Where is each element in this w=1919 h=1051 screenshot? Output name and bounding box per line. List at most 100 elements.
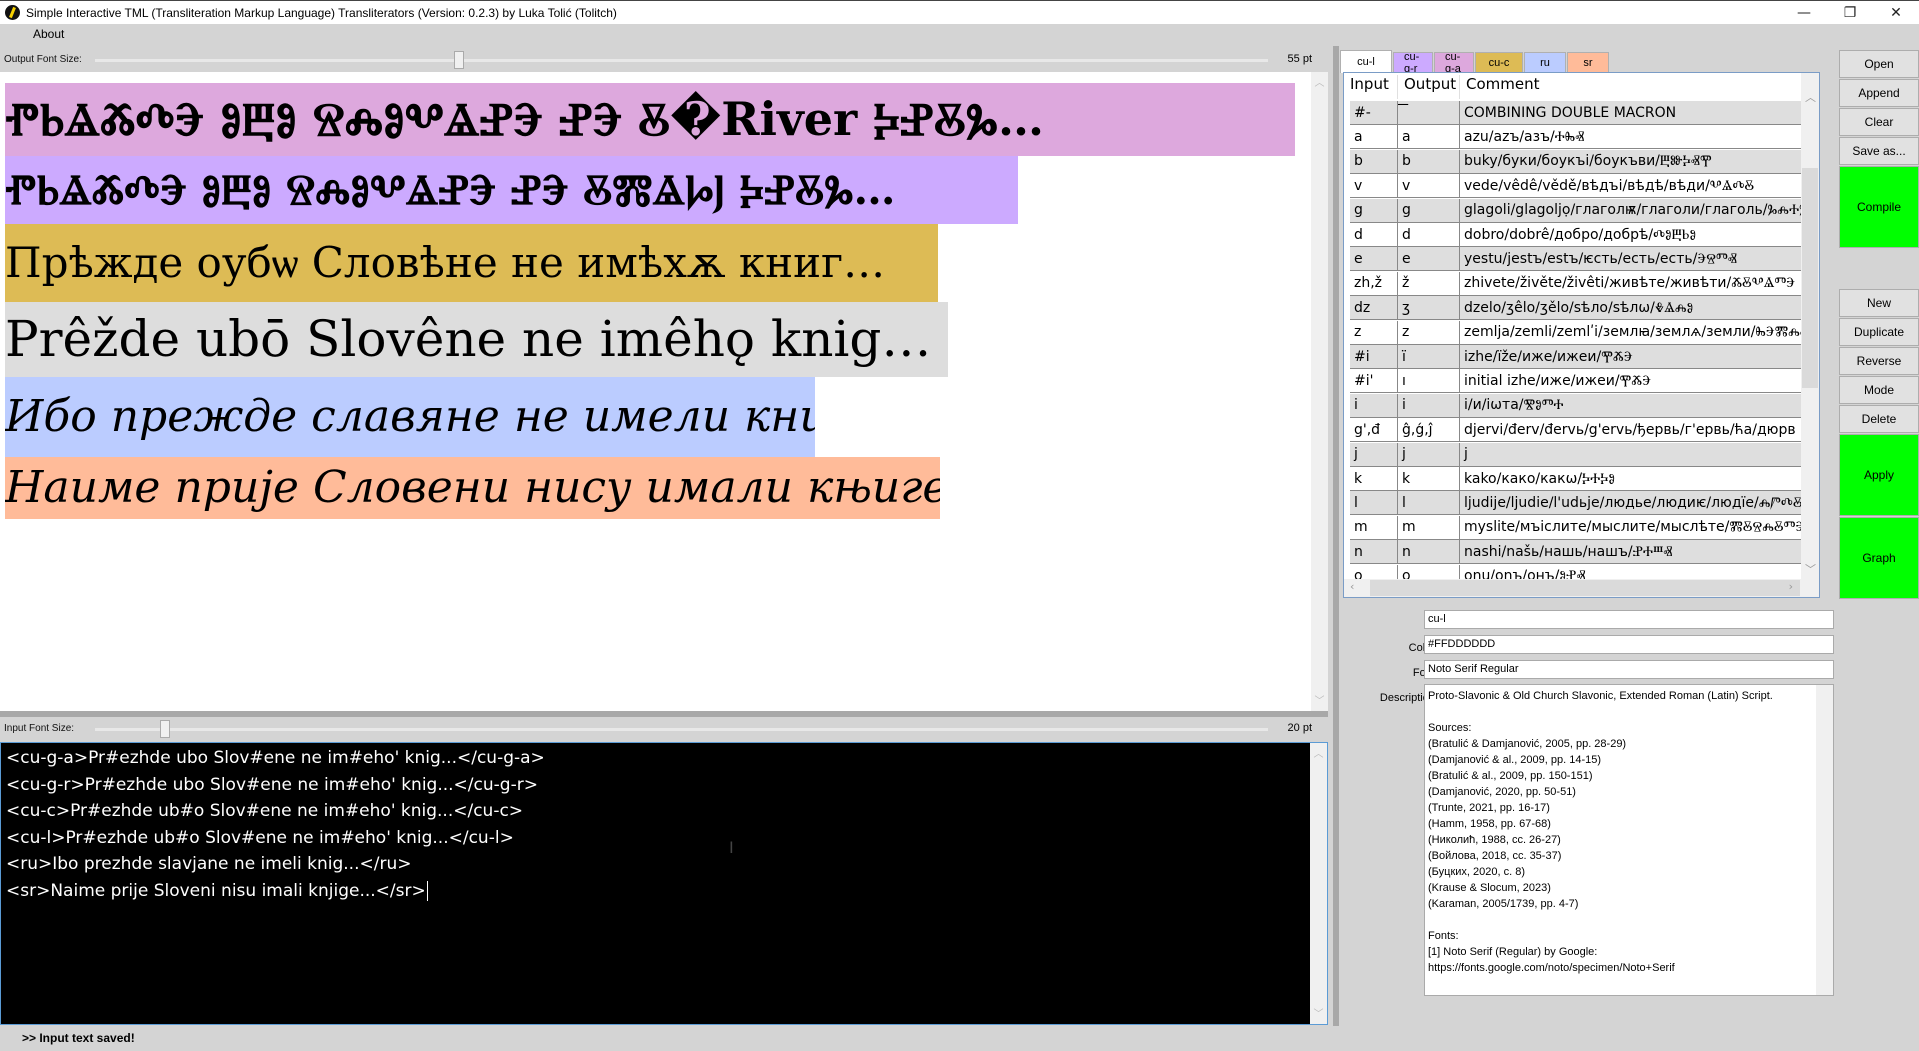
table-row[interactable]: zh,ž ž zhivete/živěte/živêti/живѣте/живѣти…: [1350, 271, 1801, 296]
scroll-left-icon[interactable]: ‹: [1350, 580, 1354, 593]
cell-input: #i': [1350, 369, 1398, 393]
close-button[interactable]: ✕: [1873, 1, 1919, 25]
cell-input: v: [1350, 174, 1398, 198]
table-row[interactable]: l l ljudije/ljudie/l'udьje/людье/людиѥ/люд…: [1350, 491, 1801, 516]
description-field[interactable]: Proto-Slavonic & Old Church Slavonic, Ex…: [1424, 684, 1834, 996]
cell-comment: djervi/đerv/đervь/g'ervь/ђервь/г'ервь/ћa…: [1464, 421, 1796, 438]
table-row[interactable]: d d dobro/dobrê/добро/добрѣ/ⰄⰑⰁⰓⰑ: [1350, 223, 1801, 247]
color-field[interactable]: #FFDDDDDD: [1424, 635, 1834, 654]
minimize-button[interactable]: —: [1781, 1, 1827, 25]
table-row[interactable]: v v vede/vêdê/vědě/вѣдъі/вѣдѣ/вѣди/ⰂⰡⰄⰋ: [1350, 174, 1801, 199]
input-font-size-track[interactable]: [95, 728, 1268, 731]
table-row[interactable]: b b buky/буки/боукъі/боукъви/ⰁⰖⰍⰟⰉ: [1350, 149, 1801, 174]
id-field[interactable]: cu-l: [1424, 610, 1834, 629]
cell-input: g: [1350, 198, 1398, 222]
table-row[interactable]: i i i/и/iѡта/ⰊⰑⰕⰀ: [1350, 393, 1801, 418]
cell-output: a: [1398, 125, 1460, 149]
column-header-output[interactable]: Output: [1398, 75, 1460, 99]
output-pane[interactable]: ⰒⰓⰡⰆⰄⰅ ⰑⰁⰑ ⰔⰎⰑⰂⰡⰐⰅ ⰐⰅ Ⰻ�River ⰍⰐⰋⰃ… ⰒⰓⰡⰆ…: [0, 72, 1328, 711]
cell-input: i: [1350, 393, 1398, 417]
scroll-up-icon[interactable]: ︿: [1311, 74, 1328, 91]
table-row[interactable]: n n nashi/našь/нашь/нашъ/ⰐⰀⰞⰟ: [1350, 540, 1801, 565]
tab-sr[interactable]: sr: [1567, 52, 1609, 73]
reverse-button[interactable]: Reverse: [1839, 347, 1919, 375]
table-row[interactable]: g',đ ĝ,ǵ,ĵ djervi/đerv/đervь/g'ervь/ђервь/…: [1350, 418, 1801, 443]
cell-comment: myslite/мъіслите/мыслите/мыслѣте/ⰏⰋⰔⰎⰋⰕⰅ: [1464, 519, 1801, 536]
description-scrollbar[interactable]: [1816, 685, 1833, 995]
clear-button[interactable]: Clear: [1839, 108, 1919, 136]
input-scrollbar[interactable]: ︿ ﹀: [1310, 743, 1327, 1024]
graph-button[interactable]: Graph: [1839, 517, 1919, 599]
table-vertical-scrollbar[interactable]: ︿ ﹀: [1801, 73, 1819, 579]
scroll-down-icon[interactable]: ﹀: [1805, 561, 1816, 577]
scroll-up-icon[interactable]: ︿: [1310, 745, 1327, 762]
cell-input: b: [1350, 149, 1398, 173]
compile-button[interactable]: Compile: [1839, 166, 1919, 248]
column-header-comment[interactable]: Comment: [1460, 75, 1540, 99]
font-field[interactable]: Noto Serif Regular: [1424, 660, 1834, 679]
table-row[interactable]: #i' ı initial izhe/иже/ижеи/ⰉⰆⰅ: [1350, 369, 1801, 394]
table-row[interactable]: jjj: [1350, 442, 1801, 467]
cell-output: ĝ,ǵ,ĵ: [1398, 418, 1460, 442]
tab-ru[interactable]: ru: [1524, 52, 1566, 73]
cell-input: g',đ: [1350, 418, 1398, 442]
table-horizontal-scroll-thumb[interactable]: [1370, 580, 1800, 596]
output-font-size-thumb[interactable]: [453, 51, 464, 69]
output-scrollbar[interactable]: ︿ ﹀: [1311, 72, 1328, 711]
tab-cu-g-a[interactable]: cu-g-a: [1434, 51, 1474, 75]
cell-comment: yestu/jestъ/estъ/ѥсть/есть/есть/ⰅⰔⰕⰟ: [1464, 250, 1737, 267]
table-row[interactable]: #-͞COMBINING DOUBLE MACRON: [1350, 101, 1801, 125]
table-row[interactable]: k k kako/како/какѡ/ⰍⰀⰍⰑ: [1350, 467, 1801, 491]
table-row[interactable]: m m myslite/мъіслите/мыслите/мыслѣте/ⰏⰋⰔⰎⰋ…: [1350, 515, 1801, 540]
cell-comment: initial izhe/иже/ижеи/ⰉⰆⰅ: [1464, 372, 1652, 389]
table-row[interactable]: dz ʒ dzelo/ʒêlo/ʒělo/ѕѣло/ѕѣлѡ/ⰇⰡⰎⰑ: [1350, 296, 1801, 321]
cell-input: j: [1350, 442, 1398, 466]
table-row[interactable]: #i ï izhe/ïže/иже/ижеи/ⰉⰆⰅ: [1350, 345, 1801, 369]
column-header-input[interactable]: Input: [1344, 75, 1398, 99]
output-font-size-track[interactable]: [95, 59, 1268, 62]
rules-table[interactable]: Input Output Comment #-͞COMBINING DOUBLE…: [1343, 72, 1820, 598]
table-row[interactable]: z z zemlja/zemli/zemlʹi/землꙗ/землѧ/земли/…: [1350, 320, 1801, 345]
open-button[interactable]: Open: [1839, 50, 1919, 78]
vertical-splitter[interactable]: [1333, 46, 1339, 1026]
append-button[interactable]: Append: [1839, 79, 1919, 107]
new-button[interactable]: New: [1839, 289, 1919, 317]
tab-cu-c[interactable]: cu-c: [1475, 52, 1523, 73]
input-font-size-label: Input Font Size:: [4, 723, 75, 734]
output-row-sr: Наиме прије Словени нису имали књиге…: [5, 457, 940, 519]
cell-output: g: [1398, 198, 1460, 222]
cell-comment: kako/како/какѡ/ⰍⰀⰍⰑ: [1464, 470, 1616, 487]
save-as-button[interactable]: Save as...: [1839, 137, 1919, 165]
duplicate-button[interactable]: Duplicate: [1839, 318, 1919, 346]
mode-button[interactable]: Mode: [1839, 376, 1919, 404]
table-vertical-scroll-thumb[interactable]: [1802, 168, 1818, 388]
tab-cu-l[interactable]: cu-l: [1340, 50, 1392, 73]
apply-button[interactable]: Apply: [1839, 434, 1919, 516]
tab-cu-g-r[interactable]: cu-g-r: [1393, 51, 1433, 75]
table-row[interactable]: g g glagoli/glagoljọ/глаголѭ/глаголи/глаго…: [1350, 198, 1801, 223]
cell-comment: zemlja/zemli/zemlʹi/землꙗ/землѧ/земли/ⰈⰅ…: [1464, 324, 1801, 341]
cell-output: e: [1398, 247, 1460, 271]
delete-button[interactable]: Delete: [1839, 405, 1919, 433]
table-horizontal-scrollbar[interactable]: ‹ ›: [1344, 579, 1819, 597]
scroll-down-icon[interactable]: ﹀: [1310, 1005, 1327, 1022]
scroll-down-icon[interactable]: ﹀: [1311, 692, 1328, 709]
cell-output: m: [1398, 515, 1460, 539]
table-row[interactable]: e e yestu/jestъ/estъ/ѥсть/есть/есть/ⰅⰔⰕⰟ: [1350, 247, 1801, 272]
menu-about[interactable]: About: [33, 27, 64, 41]
input-font-size-thumb[interactable]: [160, 720, 171, 738]
output-row-cu-g-r: ⰒⰓⰡⰆⰄⰅ ⰑⰁⰑ ⰔⰎⰑⰂⰡⰐⰅ ⰐⰅ ⰋⰏⰡⰘⰬ ⰍⰐⰋⰃ…: [5, 156, 1018, 224]
cell-input: #i: [1350, 345, 1398, 368]
scroll-up-icon[interactable]: ︿: [1805, 89, 1816, 105]
cell-input: l: [1350, 491, 1398, 515]
restore-button[interactable]: ❐: [1827, 1, 1873, 25]
title-bar: Simple Interactive TML (Transliteration …: [0, 0, 1919, 24]
scroll-right-icon[interactable]: ›: [1789, 580, 1793, 593]
cell-input: o: [1350, 564, 1398, 579]
input-text-area[interactable]: <cu-g-a>Pr#ezhde ubo Slov#ene ne im#eho'…: [0, 742, 1328, 1025]
table-row[interactable]: a a azu/azъ/азъ/ⰀⰈⰟ: [1350, 125, 1801, 150]
cell-output: o: [1398, 564, 1460, 579]
output-row-ru: Ибо прежде славяне не имели книг…: [5, 377, 815, 457]
cell-comment: dzelo/ʒêlo/ʒělo/ѕѣло/ѕѣлѡ/ⰇⰡⰎⰑ: [1464, 299, 1694, 316]
table-row[interactable]: o o onu/onъ/онъ/ⰑⰐⰟ: [1350, 564, 1801, 579]
